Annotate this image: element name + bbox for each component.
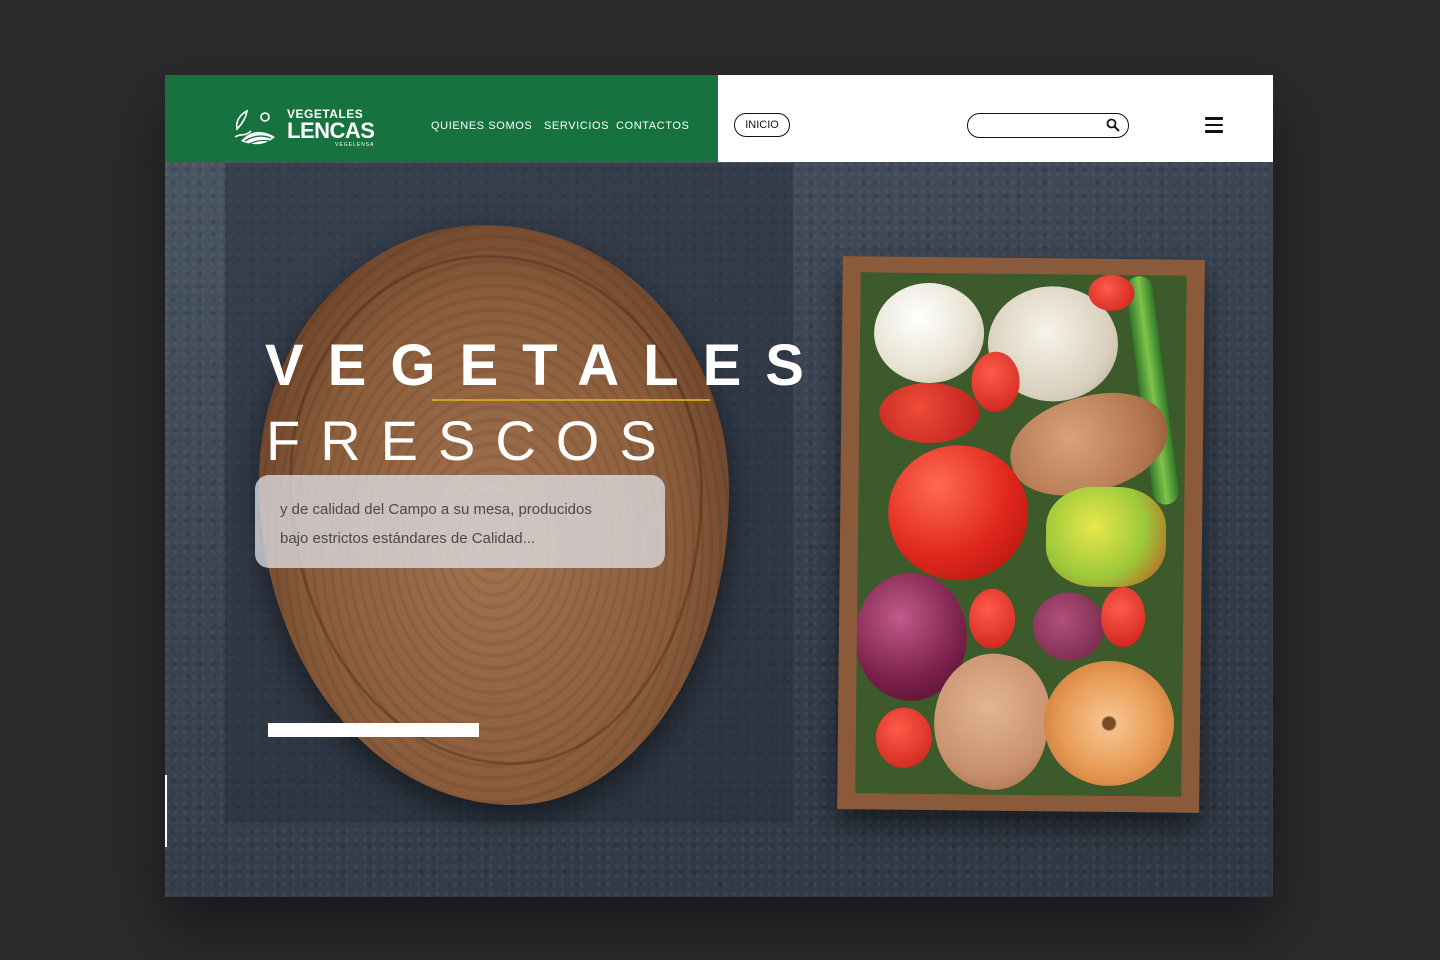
hero-description-box: y de calidad del Campo a su mesa, produc… [255, 475, 665, 568]
title-accent-underline [432, 399, 710, 401]
hero-description-line2: bajo estrictos estándares de Calidad... [280, 530, 536, 547]
search-input[interactable] [978, 117, 1102, 135]
left-edge-accent-line [165, 775, 167, 847]
search-icon[interactable] [1106, 118, 1120, 132]
inicio-button[interactable]: INICIO [734, 113, 790, 137]
hero-cta-bar[interactable] [268, 723, 479, 737]
hero-title-line2: FRESCOS [266, 409, 677, 472]
logo-sub-text: VEGELENSA [335, 142, 375, 148]
hero-title-line1: VEGETALES [265, 333, 828, 398]
nav-item-servicios[interactable]: SERVICIOS [544, 120, 609, 132]
nav-item-contactos[interactable]: CONTACTOS [616, 120, 689, 132]
logo-leaf-icon [234, 109, 275, 145]
brand-logo[interactable]: VEGETALES LENCAS VEGELENSA [231, 105, 381, 151]
logo-main-text: LENCAS [287, 118, 375, 143]
nav-item-quienes-somos[interactable]: QUIENES SOMOS [431, 120, 532, 132]
hamburger-menu-icon[interactable] [1205, 117, 1223, 133]
vegetable-crate-image [837, 256, 1205, 813]
logo-wordmark: VEGETALES LENCAS VEGELENSA [287, 108, 375, 148]
search-box [967, 113, 1129, 138]
landing-page-mockup: VEGETALES LENCAS VEGELENSA QUIENES SOMOS… [165, 75, 1273, 897]
hero-description-line1: y de calidad del Campo a su mesa, produc… [280, 501, 592, 518]
